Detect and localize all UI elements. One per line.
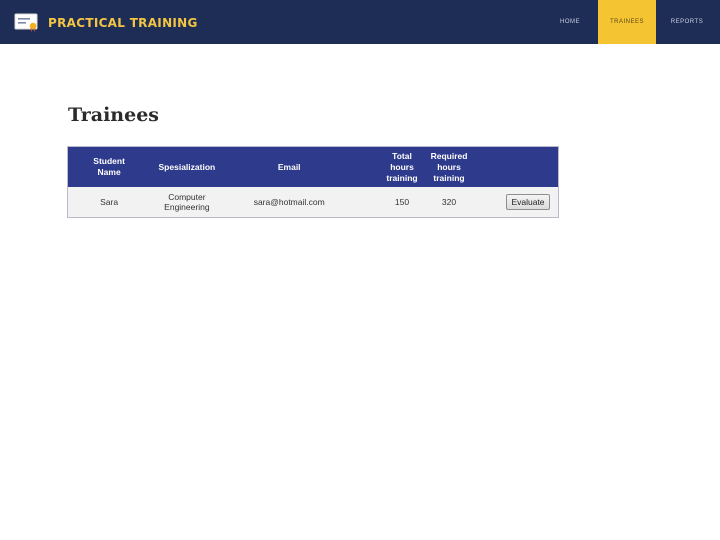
header-actions: [498, 147, 558, 187]
certificate-icon: [14, 13, 40, 33]
header-required-hours[interactable]: Required hours training: [426, 151, 472, 184]
main-nav: HOME TRAINEES REPORTS: [542, 0, 720, 44]
cell-total-hours: 150: [394, 197, 410, 207]
app-title: PRACTICAL TRAINING: [48, 16, 198, 30]
cell-specialization: Computer Engineering: [164, 192, 210, 212]
trainees-table: Student Name Spesialization Email Total …: [67, 146, 559, 218]
table-header-row: Student Name Spesialization Email Total …: [68, 147, 558, 187]
cell-required-hours: 320: [441, 197, 457, 207]
top-navigation-bar: PRACTICAL TRAINING HOME TRAINEES REPORTS: [0, 0, 720, 44]
nav-home[interactable]: HOME: [542, 0, 598, 44]
page-title: Trainees: [68, 104, 159, 126]
nav-reports[interactable]: REPORTS: [656, 0, 718, 44]
brand[interactable]: PRACTICAL TRAINING: [14, 13, 198, 33]
header-email[interactable]: Email: [238, 147, 341, 187]
nav-trainees[interactable]: TRAINEES: [598, 0, 656, 44]
header-specialization[interactable]: Spesialization: [136, 147, 237, 187]
header-student-name[interactable]: Student Name: [68, 147, 136, 187]
cell-student-name: Sara: [100, 197, 119, 207]
evaluate-button[interactable]: Evaluate: [506, 194, 550, 210]
cell-email: sara@hotmail.com: [253, 197, 325, 207]
cell-actions: Evaluate: [498, 187, 558, 217]
header-total-hours[interactable]: Total hours training: [382, 151, 422, 184]
table-row: Sara Computer Engineering sara@hotmail.c…: [68, 187, 558, 217]
